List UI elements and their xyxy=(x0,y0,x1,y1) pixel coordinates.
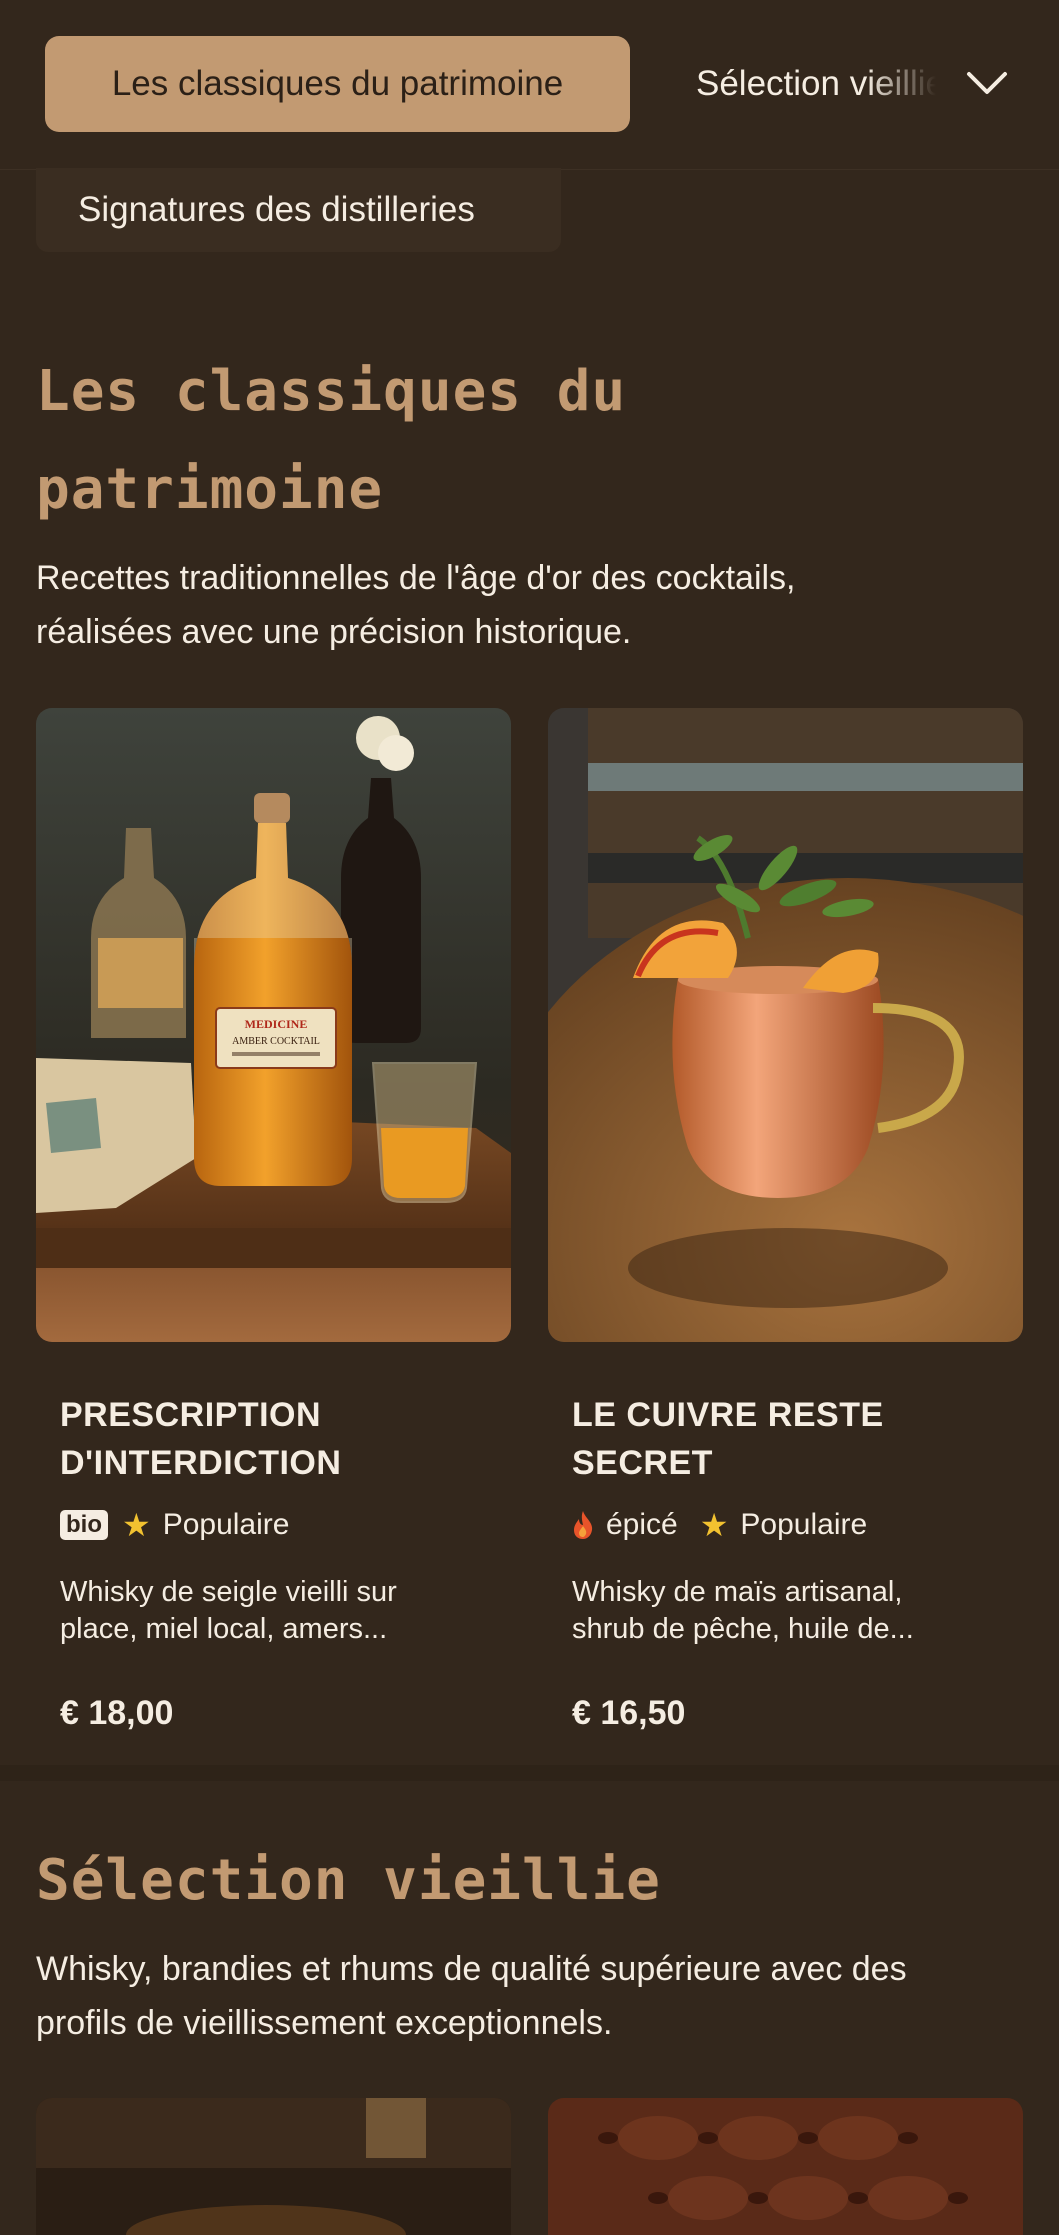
spirit-card-image[interactable] xyxy=(36,2098,511,2235)
spicy-tag: épicé xyxy=(606,1508,678,1541)
section-description-classiques: Recettes traditionnelles de l'âge d'or d… xyxy=(36,559,796,651)
flame-icon xyxy=(572,1510,594,1540)
cocktail-price: € 16,50 xyxy=(572,1694,686,1732)
category-tab-bar: Les classiques du patrimoine Sélection v… xyxy=(0,0,1059,170)
cocktail-image-cuivre xyxy=(548,708,1023,1342)
section-divider xyxy=(0,1765,1059,1781)
svg-text:MEDICINE: MEDICINE xyxy=(245,1017,308,1031)
cocktail-tags: épicé ★ Populaire xyxy=(572,1505,867,1545)
bio-badge: bio xyxy=(60,1510,108,1540)
tab-les-classiques-du-patrimoine[interactable]: Les classiques du patrimoine xyxy=(45,36,630,132)
tab-signatures-des-distilleries[interactable]: Signatures des distilleries xyxy=(36,168,561,252)
cocktail-description: Whisky de maïs artisanal, shrub de pêche… xyxy=(572,1576,914,1645)
section-title-selection-vieillie: Sélection vieillie xyxy=(36,1848,661,1913)
cocktail-name: LE CUIVRE RESTE SECRET xyxy=(572,1396,884,1482)
cocktail-price: € 18,00 xyxy=(60,1694,174,1732)
cocktail-name: PRESCRIPTION D'INTERDICTION xyxy=(60,1396,342,1482)
star-icon: ★ xyxy=(699,1507,729,1543)
section-description-selection-vieillie: Whisky, brandies et rhums de qualité sup… xyxy=(36,1950,907,2042)
cocktail-description: Whisky de seigle vieilli sur place, miel… xyxy=(60,1576,397,1645)
cocktail-tags: bio ★ Populaire xyxy=(60,1505,289,1545)
section-title-classiques: Les classiques du patrimoine xyxy=(36,359,627,522)
svg-text:AMBER COCKTAIL: AMBER COCKTAIL xyxy=(232,1036,320,1047)
tab-selection-vieillie[interactable]: Sélection vieillie xyxy=(696,36,936,132)
cocktail-card[interactable]: LE CUIVRE RESTE SECRET épicé ★ Populaire… xyxy=(548,708,1023,1732)
cocktail-card[interactable]: MEDICINE AMBER COCKTAIL PRESCRIPTION D'I… xyxy=(36,708,511,1732)
spirit-card-image[interactable] xyxy=(548,2098,1023,2235)
cocktail-image-prescription: MEDICINE AMBER COCKTAIL xyxy=(36,708,511,1342)
popular-tag: Populaire xyxy=(740,1508,868,1541)
star-icon: ★ xyxy=(122,1507,151,1543)
popular-tag: Populaire xyxy=(162,1508,290,1541)
chevron-down-icon[interactable] xyxy=(962,62,1012,104)
